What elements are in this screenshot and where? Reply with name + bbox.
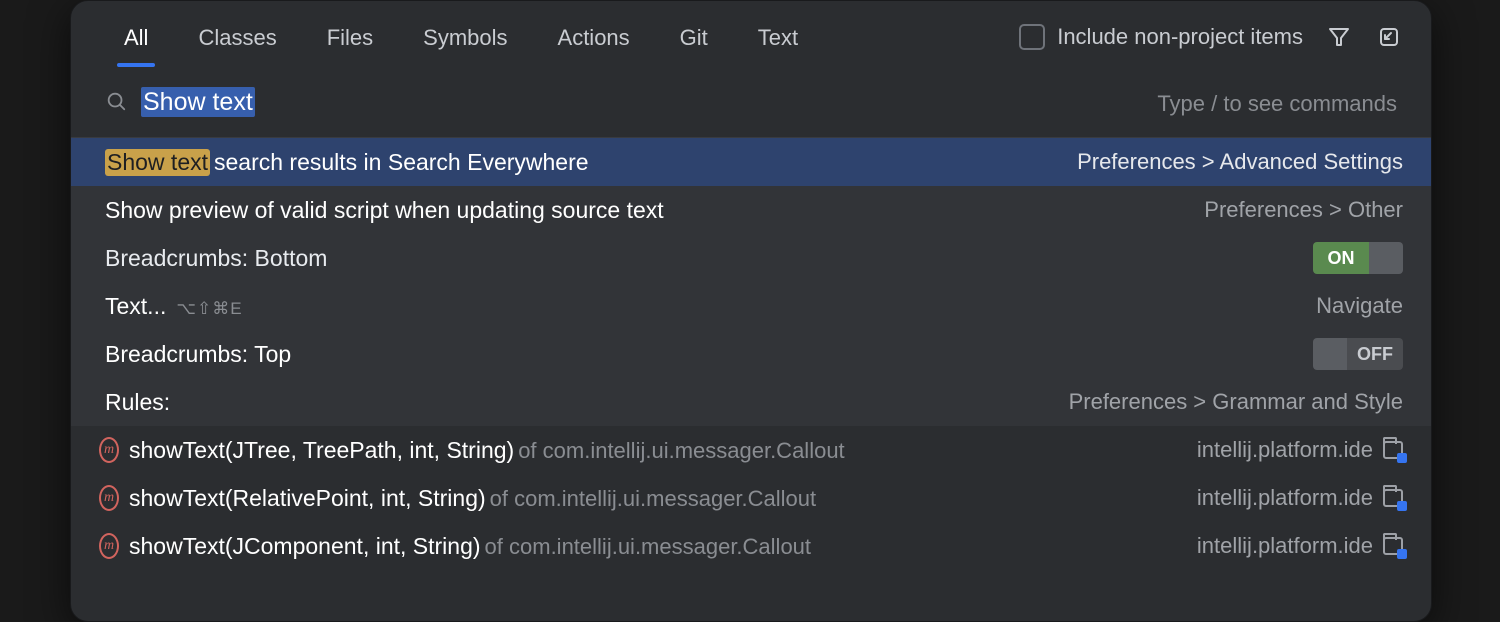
library-folder-icon xyxy=(1383,488,1403,508)
include-non-project-checkbox[interactable]: Include non-project items xyxy=(1019,24,1303,50)
toggle-knob-icon xyxy=(1369,242,1403,274)
tab-symbols[interactable]: Symbols xyxy=(398,7,532,67)
result-title: Rules: xyxy=(105,389,170,416)
search-icon xyxy=(105,90,127,118)
result-row[interactable]: Breadcrumbs: Bottom ON xyxy=(71,234,1431,282)
result-row[interactable]: Rules: Preferences > Grammar and Style xyxy=(71,378,1431,426)
symbol-owner: of com.intellij.ui.messager.Callout xyxy=(518,438,844,464)
result-title: Show preview of valid script when updati… xyxy=(105,197,664,224)
symbol-signature: showText(JTree, TreePath, int, String) xyxy=(129,437,514,464)
tab-classes[interactable]: Classes xyxy=(173,7,301,67)
toggle-label: OFF xyxy=(1347,338,1403,370)
symbol-owner: of com.intellij.ui.messager.Callout xyxy=(485,534,811,560)
result-row[interactable]: Breadcrumbs: Top OFF xyxy=(71,330,1431,378)
search-everywhere-popup: All Classes Files Symbols Actions Git Te… xyxy=(70,0,1432,622)
search-input-text: Show text xyxy=(141,87,255,117)
tab-git[interactable]: Git xyxy=(655,7,733,67)
result-row[interactable]: m showText(RelativePoint, int, String) o… xyxy=(71,474,1431,522)
library-folder-icon xyxy=(1383,536,1403,556)
result-row[interactable]: m showText(JComponent, int, String) of c… xyxy=(71,522,1431,570)
tab-files[interactable]: Files xyxy=(302,7,398,67)
toggle-off[interactable]: OFF xyxy=(1313,338,1403,370)
result-row[interactable]: Show text search results in Search Every… xyxy=(71,138,1431,186)
result-row[interactable]: Show preview of valid script when updati… xyxy=(71,186,1431,234)
match-highlight: Show text xyxy=(105,149,210,176)
tab-text[interactable]: Text xyxy=(733,7,823,67)
toggle-knob-icon xyxy=(1313,338,1347,370)
module-name: intellij.platform.ide xyxy=(1197,485,1373,511)
tab-all[interactable]: All xyxy=(99,7,173,67)
result-location: Preferences > Advanced Settings xyxy=(1077,149,1403,175)
search-hint: Type / to see commands xyxy=(1157,91,1397,117)
filter-icon[interactable] xyxy=(1325,23,1353,51)
library-folder-icon xyxy=(1383,440,1403,460)
result-title: search results in Search Everywhere xyxy=(214,149,589,176)
search-row: Show text Type / to see commands xyxy=(71,74,1431,138)
method-icon: m xyxy=(99,488,119,508)
result-title: Breadcrumbs: Bottom xyxy=(105,245,327,272)
tab-actions[interactable]: Actions xyxy=(533,7,655,67)
pin-popup-icon[interactable] xyxy=(1375,23,1403,51)
toggle-on[interactable]: ON xyxy=(1313,242,1403,274)
method-icon: m xyxy=(99,440,119,460)
result-location: Navigate xyxy=(1316,293,1403,319)
result-title: Text... xyxy=(105,293,166,320)
symbol-owner: of com.intellij.ui.messager.Callout xyxy=(490,486,816,512)
include-non-project-label: Include non-project items xyxy=(1057,24,1303,50)
result-title: Breadcrumbs: Top xyxy=(105,341,291,368)
result-row[interactable]: Text... ⌥⇧⌘E Navigate xyxy=(71,282,1431,330)
symbol-signature: showText(RelativePoint, int, String) xyxy=(129,485,486,512)
toggle-label: ON xyxy=(1313,242,1369,274)
method-icon: m xyxy=(99,536,119,556)
keyboard-shortcut: ⌥⇧⌘E xyxy=(176,299,242,319)
module-name: intellij.platform.ide xyxy=(1197,437,1373,463)
result-location: Preferences > Other xyxy=(1204,197,1403,223)
result-row[interactable]: m showText(JTree, TreePath, int, String)… xyxy=(71,426,1431,474)
tab-bar: All Classes Files Symbols Actions Git Te… xyxy=(71,1,1431,74)
symbol-signature: showText(JComponent, int, String) xyxy=(129,533,481,560)
module-name: intellij.platform.ide xyxy=(1197,533,1373,559)
search-input[interactable]: Show text xyxy=(141,84,1143,123)
results-list: Show text search results in Search Every… xyxy=(71,138,1431,621)
checkbox-box-icon xyxy=(1019,24,1045,50)
result-location: Preferences > Grammar and Style xyxy=(1069,389,1403,415)
